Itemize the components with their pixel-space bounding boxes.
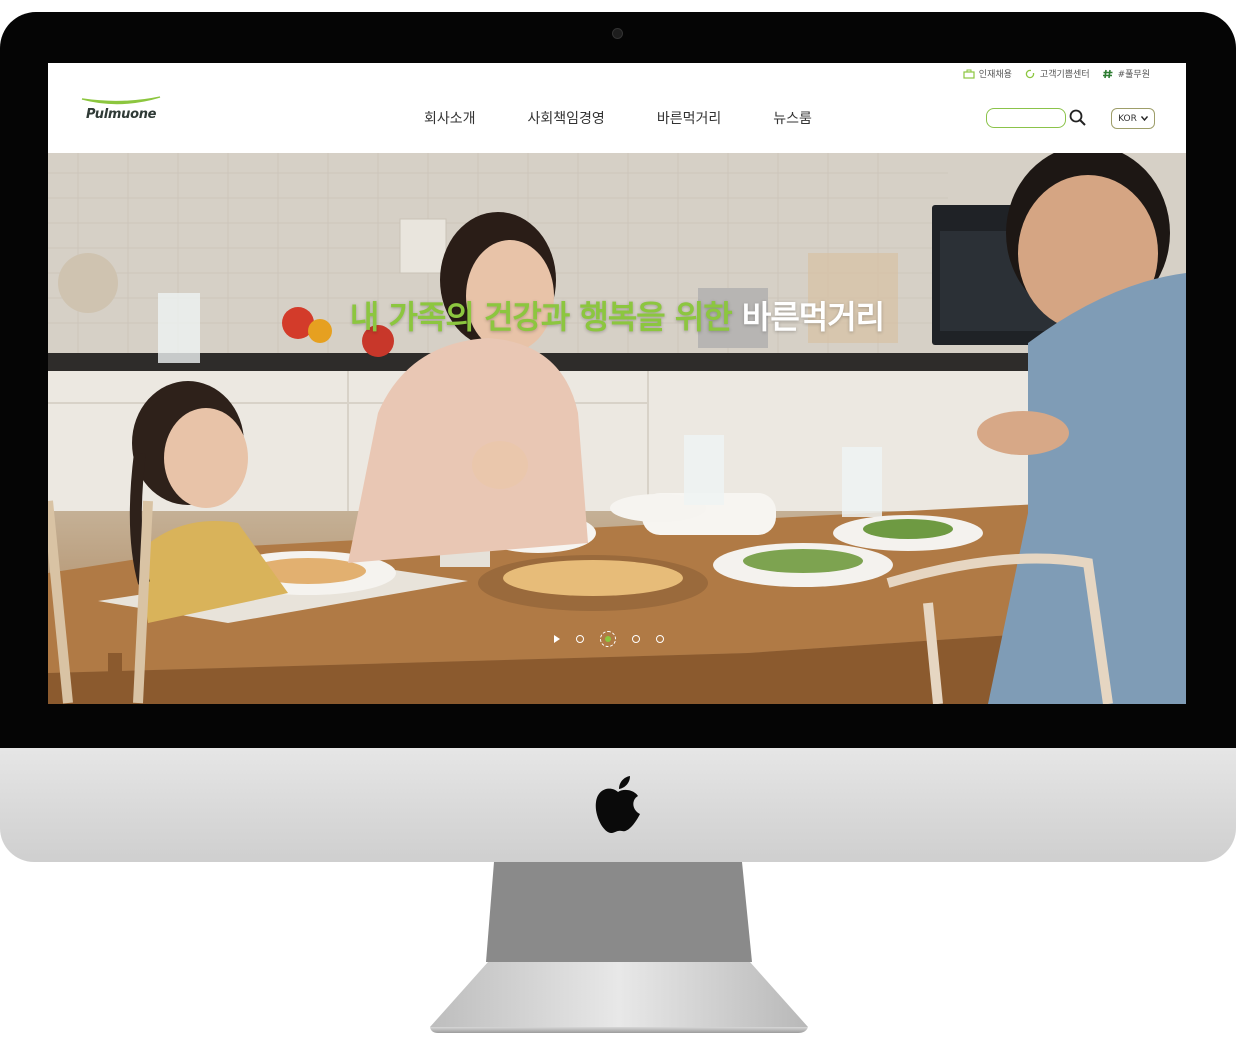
play-icon[interactable] xyxy=(554,635,560,643)
util-link-careers[interactable]: 인재채용 xyxy=(963,67,1012,80)
slide-dot-3[interactable] xyxy=(632,635,640,643)
search-icon[interactable] xyxy=(1068,108,1088,128)
chevron-down-icon xyxy=(1140,116,1148,121)
hero-headline-white: 바른먹거리 xyxy=(741,298,885,336)
browser-screen: 인재채용 고객기쁨센터 #풀무원 Pulmuone 회사소개 사회책임경영 바른… xyxy=(48,63,1186,704)
main-nav: 회사소개 사회책임경영 바른먹거리 뉴스룸 xyxy=(424,108,864,128)
utility-links: 인재채용 고객기쁨센터 #풀무원 xyxy=(963,67,1150,80)
util-link-hashtag[interactable]: #풀무원 xyxy=(1102,67,1150,80)
nav-item-newsroom[interactable]: 뉴스룸 xyxy=(773,108,812,128)
hash-icon xyxy=(1102,69,1113,78)
util-link-customer-center[interactable]: 고객기쁨센터 xyxy=(1024,67,1090,80)
slide-dot-1[interactable] xyxy=(576,635,584,643)
hero-banner: 내 가족의 건강과 행복을 위한 바른먹거리 xyxy=(48,153,1186,704)
nav-item-company[interactable]: 회사소개 xyxy=(424,108,476,128)
util-label-hashtag: #풀무원 xyxy=(1117,70,1150,80)
hero-image xyxy=(48,153,1186,704)
search-input[interactable] xyxy=(986,108,1066,128)
brand-name: Pulmuone xyxy=(86,107,157,122)
hero-headline-green: 내 가족의 건강과 행복을 위한 xyxy=(349,298,742,336)
camera-icon xyxy=(612,28,623,39)
slide-dot-2-active[interactable] xyxy=(600,631,616,647)
monitor-stand xyxy=(430,862,808,1033)
site-header: 인재채용 고객기쁨센터 #풀무원 Pulmuone 회사소개 사회책임경영 바른… xyxy=(48,63,1186,153)
nav-item-csr[interactable]: 사회책임경영 xyxy=(528,108,605,128)
briefcase-icon xyxy=(963,69,975,79)
util-label-customer-center: 고객기쁨센터 xyxy=(1039,70,1090,80)
hero-headline: 내 가족의 건강과 행복을 위한 바른먹거리 xyxy=(48,292,1186,338)
refresh-icon xyxy=(1025,68,1035,78)
util-label-careers: 인재채용 xyxy=(978,70,1012,80)
apple-logo-icon xyxy=(595,776,640,834)
language-select[interactable]: KOR xyxy=(1111,108,1155,129)
language-value: KOR xyxy=(1118,113,1137,124)
slide-pager xyxy=(554,631,664,647)
slide-dot-4[interactable] xyxy=(656,635,664,643)
nav-item-food[interactable]: 바른먹거리 xyxy=(657,108,721,128)
